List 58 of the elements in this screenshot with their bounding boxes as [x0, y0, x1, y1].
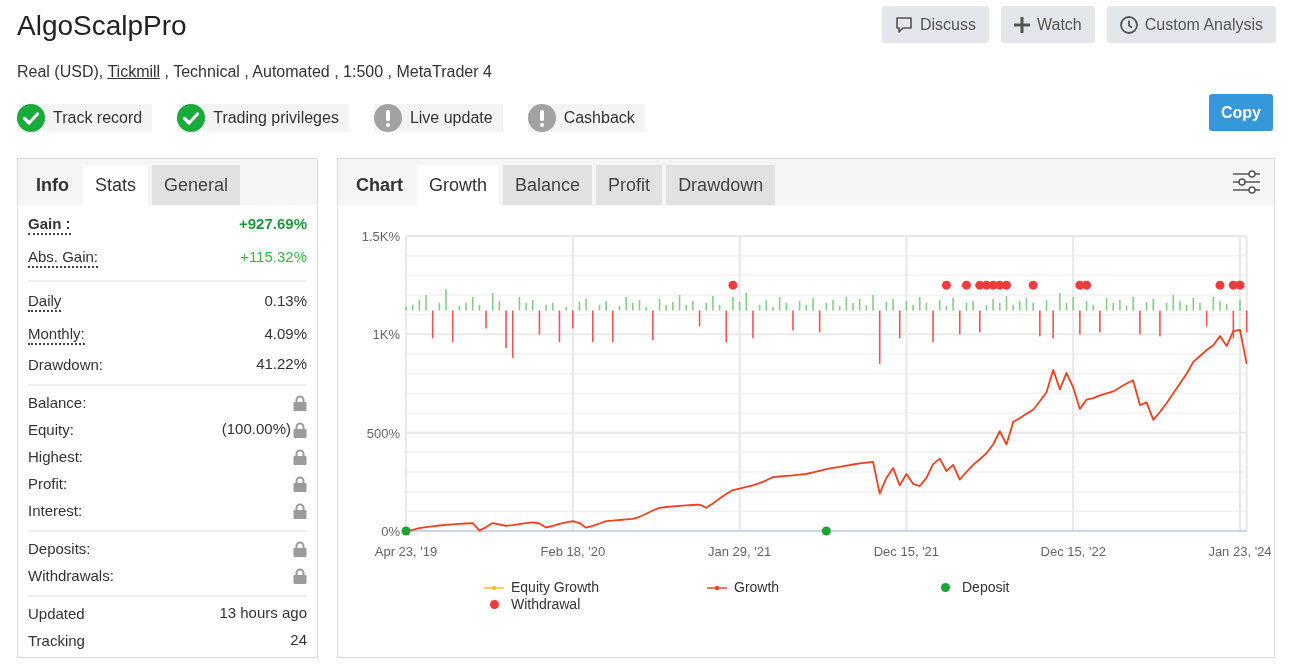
stat-label[interactable]: Daily — [28, 291, 62, 312]
stat-label: Equity: — [28, 419, 74, 440]
legend-label[interactable]: Growth — [734, 579, 780, 596]
badge-label: Live update — [409, 108, 493, 128]
tab[interactable]: Growth — [417, 165, 500, 205]
account-details: Real (USD), Tickmill , Technical , Automated , 1:500 , MetaTrader 4 — [17, 62, 493, 82]
stat-label[interactable]: Abs. Gain: — [28, 247, 99, 268]
sliders-icon[interactable] — [1233, 170, 1260, 194]
stat-label: Highest: — [28, 446, 84, 467]
stat-label: Deposits: — [28, 538, 91, 559]
stat-label: Tracking — [28, 630, 85, 651]
action-button[interactable]: Watch — [1001, 6, 1095, 43]
stat-value: 41.22% — [256, 354, 307, 375]
stat-label: Profit: — [28, 473, 68, 494]
stat-label[interactable]: Gain : — [28, 214, 71, 235]
y-axis-label: 500% — [366, 425, 400, 441]
stat-value: 4.09% — [264, 324, 307, 345]
stat-value: 13 hours ago — [219, 603, 307, 624]
tab[interactable]: Balance — [503, 165, 593, 205]
stat-value: (100.00%) — [221, 419, 291, 440]
legend-label[interactable]: Equity Growth — [511, 579, 599, 596]
y-axis-label: 1K% — [372, 327, 400, 343]
stat-label: Balance: — [28, 392, 87, 413]
stat-value: 24 — [290, 630, 307, 651]
tab[interactable]: Profit — [596, 165, 663, 205]
x-axis-label: Jan 29, '21 — [708, 544, 772, 559]
x-axis-label: Feb 18, '20 — [540, 544, 606, 559]
stat-label: Interest: — [28, 500, 83, 521]
tab[interactable]: Stats — [83, 165, 149, 205]
stat-value: +927.69% — [239, 214, 307, 235]
legend-label[interactable]: Withdrawal — [511, 596, 581, 613]
action-button[interactable]: Custom Analysis — [1106, 6, 1276, 43]
broker-link[interactable]: Tickmill — [107, 63, 161, 80]
stat-value: +115.32% — [240, 247, 307, 268]
page-title: AlgoScalpPro — [17, 9, 187, 43]
legend-label[interactable]: Deposit — [962, 579, 1010, 596]
x-axis-label: Dec 15, '21 — [873, 544, 940, 559]
y-axis-label: 0% — [381, 524, 400, 539]
x-axis-label: Jan 23, '24 — [1208, 544, 1272, 559]
plus-icon — [1014, 16, 1030, 33]
x-axis-label: Apr 23, '19 — [374, 544, 438, 559]
panel-heading: Chart — [355, 173, 404, 197]
tab[interactable]: Drawdown — [666, 165, 776, 205]
speech-bubble-icon — [894, 15, 913, 34]
badge-label: Cashback — [563, 108, 635, 128]
stat-label[interactable]: Monthly: — [28, 324, 85, 345]
stat-label: Updated — [28, 603, 85, 624]
stat-label: Withdrawals: — [28, 565, 114, 586]
tab[interactable]: General — [152, 165, 241, 205]
badge-label: Trading privileges — [213, 108, 339, 128]
stat-label: Drawdown: — [28, 354, 104, 375]
stat-value: 0.13% — [264, 291, 307, 312]
badge-label: Track record — [53, 108, 143, 128]
action-button[interactable]: Discuss — [881, 6, 989, 43]
x-axis-label: Dec 15, '22 — [1040, 544, 1106, 559]
clock-icon — [1119, 15, 1138, 34]
panel-heading: Info — [35, 173, 70, 197]
y-axis-label: 1.5K% — [361, 229, 400, 244]
